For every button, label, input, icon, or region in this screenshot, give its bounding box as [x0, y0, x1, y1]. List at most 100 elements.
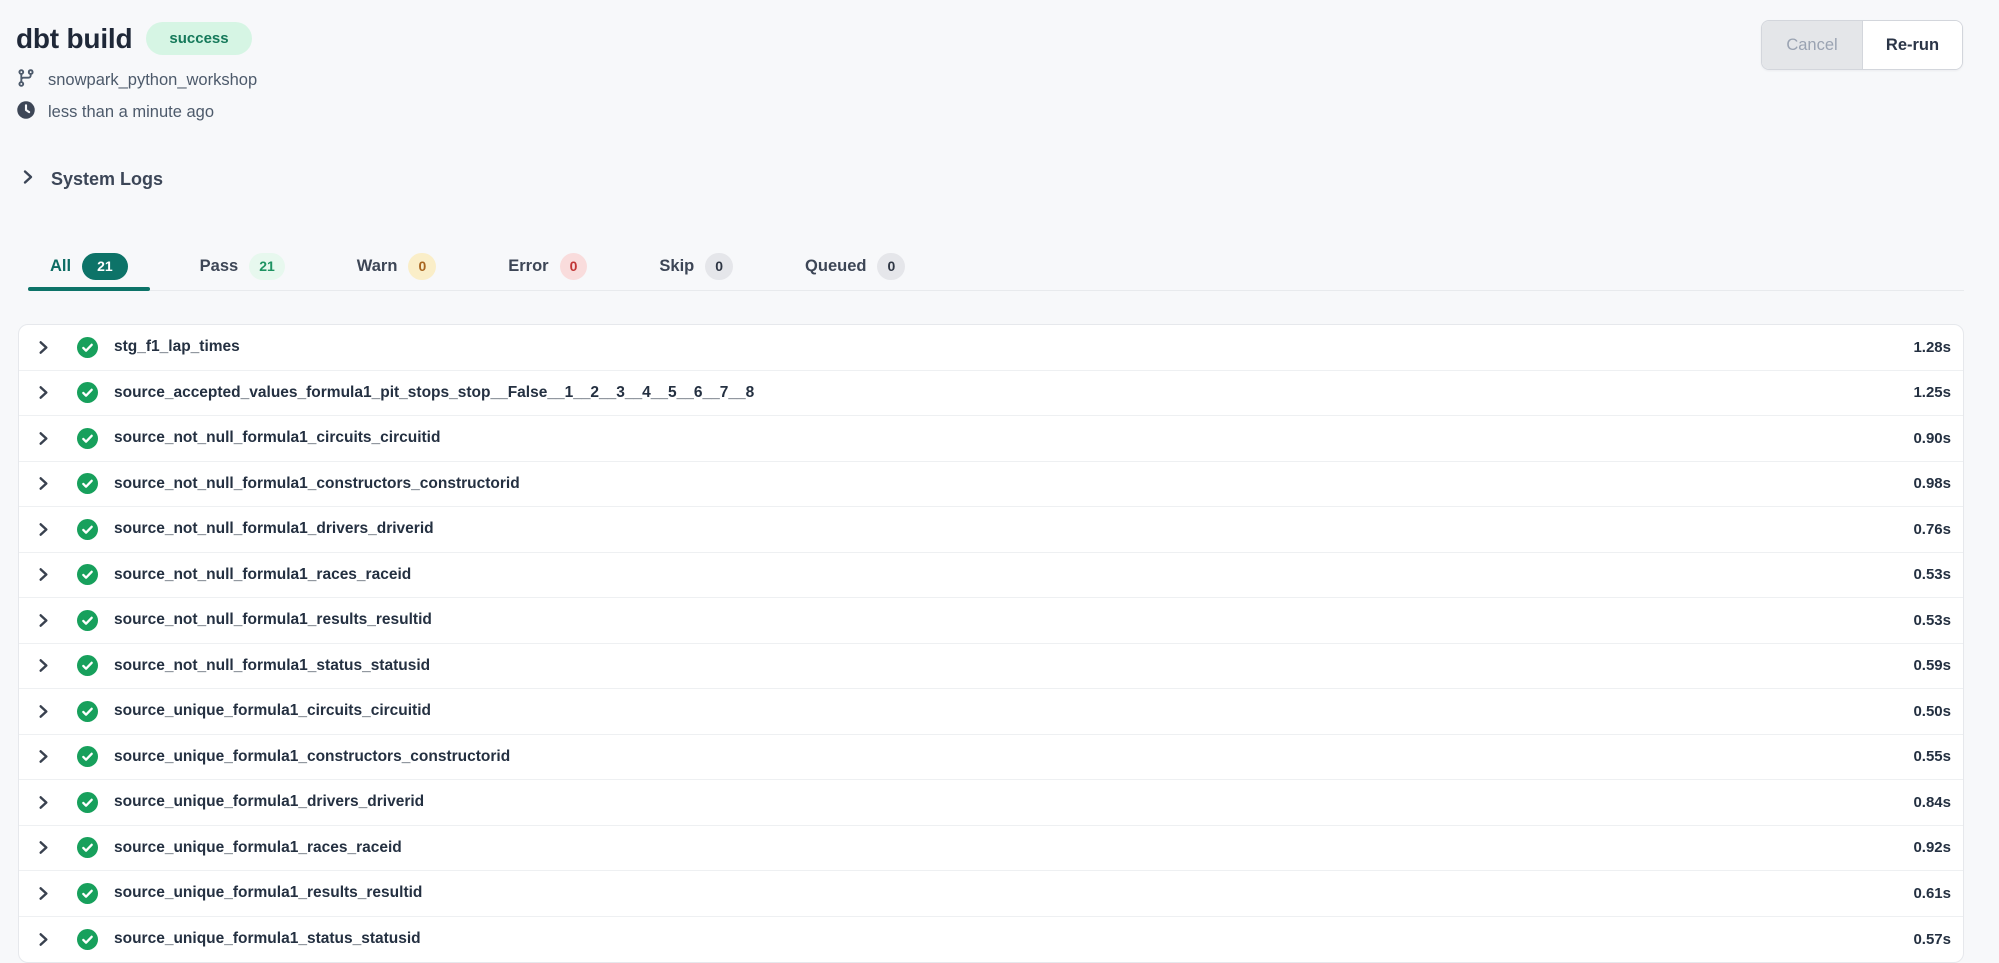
chevron-right-icon[interactable]	[33, 340, 53, 355]
chevron-right-icon[interactable]	[33, 385, 53, 400]
result-time: 1.28s	[1913, 339, 1951, 356]
results-list: stg_f1_lap_times 1.28s source_accepted_v…	[18, 324, 1964, 963]
chevron-right-icon[interactable]	[33, 522, 53, 537]
result-row[interactable]: source_unique_formula1_constructors_cons…	[19, 735, 1963, 781]
tab-pass[interactable]: Pass 21	[178, 242, 307, 290]
chevron-right-icon[interactable]	[33, 476, 53, 491]
result-row[interactable]: source_unique_formula1_races_raceid 0.92…	[19, 826, 1963, 872]
result-row[interactable]: source_not_null_formula1_drivers_driveri…	[19, 507, 1963, 553]
run-actions: Cancel Re-run	[1761, 20, 1963, 70]
tab-count-badge: 0	[877, 253, 905, 280]
result-row[interactable]: source_not_null_formula1_status_statusid…	[19, 644, 1963, 690]
result-row[interactable]: source_accepted_values_formula1_pit_stop…	[19, 371, 1963, 417]
result-row[interactable]: source_unique_formula1_results_resultid …	[19, 871, 1963, 917]
tab-label: All	[50, 257, 71, 276]
result-time: 0.53s	[1913, 566, 1951, 583]
tab-label: Queued	[805, 257, 866, 276]
result-name: source_unique_formula1_constructors_cons…	[114, 748, 510, 766]
chevron-right-icon[interactable]	[33, 932, 53, 947]
success-check-icon	[77, 792, 98, 813]
result-time: 0.59s	[1913, 657, 1951, 674]
tab-label: Warn	[357, 257, 398, 276]
chevron-right-icon[interactable]	[33, 431, 53, 446]
success-check-icon	[77, 610, 98, 631]
result-row[interactable]: source_unique_formula1_circuits_circuiti…	[19, 689, 1963, 735]
chevron-right-icon	[20, 169, 36, 190]
result-row[interactable]: source_not_null_formula1_races_raceid 0.…	[19, 553, 1963, 599]
branch-name: snowpark_python_workshop	[48, 71, 257, 90]
result-time: 0.50s	[1913, 703, 1951, 720]
result-name: source_accepted_values_formula1_pit_stop…	[114, 384, 754, 402]
success-check-icon	[77, 746, 98, 767]
result-name: source_unique_formula1_results_resultid	[114, 884, 422, 902]
success-check-icon	[77, 701, 98, 722]
result-name: source_not_null_formula1_circuits_circui…	[114, 429, 440, 447]
success-check-icon	[77, 655, 98, 676]
page-title: dbt build	[16, 23, 132, 55]
chevron-right-icon[interactable]	[33, 886, 53, 901]
success-check-icon	[77, 837, 98, 858]
result-time: 0.92s	[1913, 839, 1951, 856]
tab-label: Pass	[200, 257, 239, 276]
tab-count-badge: 0	[560, 253, 588, 280]
result-name: stg_f1_lap_times	[114, 338, 240, 356]
tab-count-badge: 0	[408, 253, 436, 280]
result-time: 0.84s	[1913, 794, 1951, 811]
result-time: 0.53s	[1913, 612, 1951, 629]
result-time: 0.61s	[1913, 885, 1951, 902]
chevron-right-icon[interactable]	[33, 613, 53, 628]
result-row[interactable]: source_unique_formula1_status_statusid 0…	[19, 917, 1963, 963]
result-name: source_not_null_formula1_status_statusid	[114, 657, 430, 675]
result-name: source_not_null_formula1_results_resulti…	[114, 611, 432, 629]
chevron-right-icon[interactable]	[33, 795, 53, 810]
success-check-icon	[77, 337, 98, 358]
result-name: source_not_null_formula1_constructors_co…	[114, 475, 520, 493]
result-time: 0.76s	[1913, 521, 1951, 538]
title-row: dbt build success	[16, 22, 257, 55]
status-badge: success	[146, 22, 251, 55]
result-name: source_not_null_formula1_races_raceid	[114, 566, 411, 584]
chevron-right-icon[interactable]	[33, 840, 53, 855]
success-check-icon	[77, 519, 98, 540]
success-check-icon	[77, 929, 98, 950]
run-meta: snowpark_python_workshop less than a min…	[16, 68, 257, 125]
tab-skip[interactable]: Skip 0	[637, 242, 755, 290]
rerun-button[interactable]: Re-run	[1862, 21, 1962, 69]
result-time: 0.55s	[1913, 748, 1951, 765]
chevron-right-icon[interactable]	[33, 658, 53, 673]
chevron-right-icon[interactable]	[33, 704, 53, 719]
git-branch-icon	[16, 68, 36, 93]
system-logs-toggle[interactable]: System Logs	[20, 169, 163, 190]
system-logs-label: System Logs	[51, 169, 163, 190]
tab-count-badge: 21	[82, 253, 128, 280]
result-row[interactable]: stg_f1_lap_times 1.28s	[19, 325, 1963, 371]
tab-error[interactable]: Error 0	[486, 242, 609, 290]
tab-warn[interactable]: Warn 0	[335, 242, 458, 290]
cancel-button[interactable]: Cancel	[1762, 21, 1862, 69]
tab-label: Skip	[659, 257, 694, 276]
success-check-icon	[77, 428, 98, 449]
result-row[interactable]: source_not_null_formula1_results_resulti…	[19, 598, 1963, 644]
result-time: 0.90s	[1913, 430, 1951, 447]
clock-icon	[16, 100, 36, 125]
result-row[interactable]: source_unique_formula1_drivers_driverid …	[19, 780, 1963, 826]
success-check-icon	[77, 473, 98, 494]
run-detail-page: dbt build success snowpark_python_worksh…	[0, 0, 1999, 963]
tab-all[interactable]: All 21	[28, 242, 150, 290]
result-tabs: All 21 Pass 21 Warn 0 Error 0 Skip 0 Que…	[28, 242, 1964, 291]
result-time: 0.98s	[1913, 475, 1951, 492]
result-time: 1.25s	[1913, 384, 1951, 401]
result-name: source_not_null_formula1_drivers_driveri…	[114, 520, 434, 538]
chevron-right-icon[interactable]	[33, 567, 53, 582]
result-time: 0.57s	[1913, 931, 1951, 948]
run-header: dbt build success snowpark_python_worksh…	[0, 0, 1999, 125]
success-check-icon	[77, 382, 98, 403]
tab-queued[interactable]: Queued 0	[783, 242, 927, 290]
tab-count-badge: 0	[705, 253, 733, 280]
result-row[interactable]: source_not_null_formula1_constructors_co…	[19, 462, 1963, 508]
result-name: source_unique_formula1_circuits_circuiti…	[114, 702, 431, 720]
chevron-right-icon[interactable]	[33, 749, 53, 764]
branch-row: snowpark_python_workshop	[16, 68, 257, 93]
result-row[interactable]: source_not_null_formula1_circuits_circui…	[19, 416, 1963, 462]
run-header-left: dbt build success snowpark_python_worksh…	[16, 22, 257, 125]
